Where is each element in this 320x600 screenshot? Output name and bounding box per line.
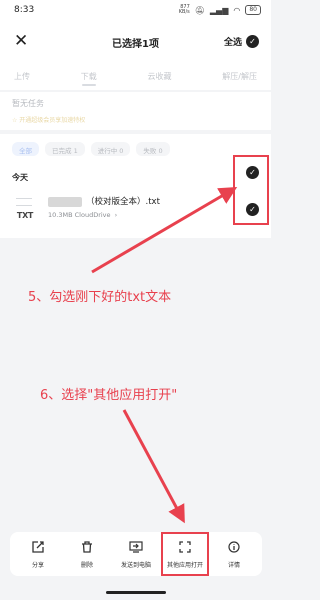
selection-header: ✕ 已选择1项 全选 ✓ — [0, 22, 271, 64]
tab-cloud-favorites[interactable]: 云收藏 — [148, 64, 172, 90]
file-size: 10.3MB — [48, 211, 73, 219]
signal-icon: ▂▄▆ — [209, 5, 229, 15]
file-location: CloudDrive — [74, 211, 111, 219]
network-speed: 877 KB/s — [178, 4, 190, 15]
no-task-title: 暂无任务 — [12, 99, 44, 108]
details-button[interactable]: 详情 — [210, 532, 258, 576]
tab-download[interactable]: 下载 — [81, 64, 97, 90]
filter-completed[interactable]: 已完成 1 — [45, 142, 85, 156]
wifi-icon: ◠ — [233, 5, 241, 15]
send-to-pc-label: 发送到电脑 — [120, 562, 151, 569]
delete-button[interactable]: 删除 — [63, 532, 111, 576]
send-to-pc-button[interactable]: 发送到电脑 — [112, 532, 160, 576]
section-title-today: 今天 — [12, 173, 28, 182]
status-time: 8:33 — [14, 5, 35, 15]
open-with-icon — [178, 540, 192, 554]
share-label: 分享 — [31, 562, 44, 569]
battery-icon: 80 — [245, 5, 261, 15]
txt-file-icon: TXT — [14, 196, 36, 222]
home-indicator — [106, 591, 166, 594]
tab-extract[interactable]: 解压/解压 — [222, 64, 257, 90]
trash-icon — [80, 540, 94, 554]
info-icon — [227, 540, 241, 554]
checkmark-icon: ✓ — [246, 35, 259, 48]
open-with-label: 其他应用打开 — [166, 562, 203, 569]
filter-chips: 全部 已完成 1 进行中 0 失败 0 — [0, 134, 271, 164]
filter-failed[interactable]: 失败 0 — [136, 142, 170, 156]
select-all-label: 全选 — [223, 38, 242, 48]
filter-all[interactable]: 全部 — [12, 142, 39, 156]
status-icons: 877 KB/s 🔕︎ ▂▄▆ ◠ 80 — [179, 5, 261, 15]
delete-label: 删除 — [80, 562, 93, 569]
download-list: 今天 TXT （校对版全本）.txt 10.3MB CloudDrive › — [0, 164, 271, 238]
file-name: （校对版全本）.txt — [86, 197, 160, 207]
vip-hint: ☆ 开通超级会员享加速特权 — [12, 117, 86, 124]
no-task-notice: 暂无任务 ☆ 开通超级会员享加速特权 — [0, 92, 271, 130]
arrow-to-open-with — [122, 409, 185, 524]
redacted-filename — [48, 197, 82, 207]
select-all-button[interactable]: 全选 ✓ — [224, 35, 259, 48]
annotation-step6: 6、选择"其他应用打开" — [40, 388, 178, 403]
annotation-step5: 5、勾选刚下好的txt文本 — [28, 290, 172, 305]
file-meta: 10.3MB CloudDrive › — [48, 211, 117, 219]
share-button[interactable]: 分享 — [14, 532, 62, 576]
mute-icon: 🔕︎ — [194, 5, 205, 15]
chevron-right-icon: › — [114, 211, 118, 219]
details-label: 详情 — [227, 562, 240, 569]
tab-bar: 上传 下载 云收藏 解压/解压 — [0, 64, 271, 90]
annotation-highlight-box — [233, 155, 269, 225]
send-to-pc-icon — [129, 540, 143, 554]
filter-in-progress[interactable]: 进行中 0 — [90, 142, 131, 156]
share-icon — [31, 540, 45, 554]
open-with-button[interactable]: 其他应用打开 — [161, 532, 209, 576]
tab-upload[interactable]: 上传 — [14, 64, 30, 90]
status-bar: 8:33 877 KB/s 🔕︎ ▂▄▆ ◠ 80 — [0, 0, 271, 22]
action-bar: 分享 删除 发送到电脑 其他应用打开 详情 — [10, 532, 262, 576]
